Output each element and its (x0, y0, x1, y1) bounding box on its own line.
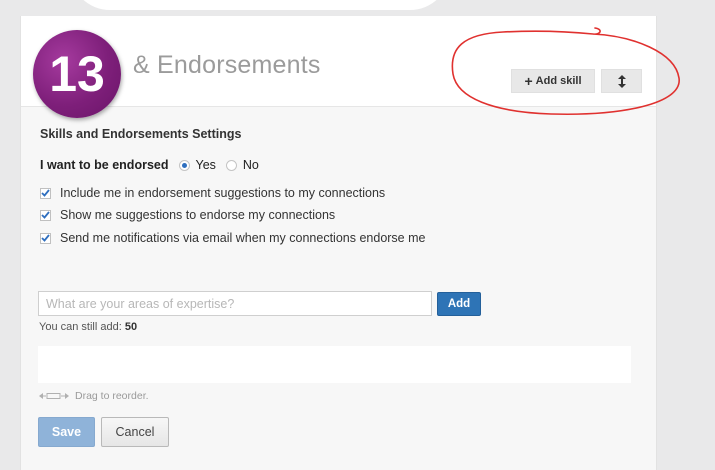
checkbox-show-suggestions[interactable] (40, 209, 51, 221)
checkmark-icon (41, 234, 50, 242)
section-title: & Endorsements (133, 51, 321, 79)
skills-list-area[interactable] (38, 346, 631, 383)
checkbox-email-notifications[interactable] (40, 232, 51, 244)
endorse-no-radio[interactable] (225, 159, 237, 171)
drag-reorder-icon (39, 393, 69, 399)
checkbox-include-suggestions[interactable] (40, 187, 51, 199)
remaining-prefix: You can still add: (39, 321, 122, 333)
checkmark-icon (41, 211, 50, 219)
add-skill-button[interactable]: + Add skill (511, 69, 595, 93)
settings-heading: Skills and Endorsements Settings (40, 127, 242, 141)
checkmark-icon (41, 189, 50, 197)
background-tab-shape (70, 0, 450, 10)
reorder-button[interactable] (601, 69, 642, 93)
endorse-preference-row: I want to be endorsed Yes No (40, 157, 269, 173)
save-button[interactable]: Save (38, 417, 95, 447)
checkbox-row-email-notifications[interactable]: Send me notifications via email when my … (40, 231, 425, 245)
checkbox-label: Show me suggestions to endorse my connec… (60, 208, 336, 222)
checkbox-row-show-suggestions[interactable]: Show me suggestions to endorse my connec… (40, 208, 335, 222)
vertical-arrows-icon (617, 74, 626, 88)
drag-hint: Drag to reorder. (39, 390, 149, 402)
checkbox-row-suggestions-include[interactable]: Include me in endorsement suggestions to… (40, 186, 385, 200)
skill-search-input[interactable] (38, 291, 432, 316)
endorse-yes-radio[interactable] (178, 159, 190, 171)
step-number-badge: 13 (33, 30, 121, 118)
add-skill-label: Add skill (535, 75, 582, 87)
endorse-no-label[interactable]: No (243, 158, 259, 172)
remaining-skills-count: You can still add: 50 (39, 321, 137, 333)
endorse-yes-label[interactable]: Yes (196, 158, 216, 172)
endorse-question-label: I want to be endorsed (40, 158, 169, 172)
remaining-number: 50 (124, 321, 138, 333)
checkbox-label: Include me in endorsement suggestions to… (60, 186, 386, 200)
drag-hint-label: Drag to reorder. (75, 390, 149, 402)
cancel-button[interactable]: Cancel (101, 417, 169, 447)
add-button[interactable]: Add (437, 292, 481, 316)
plus-icon: + (524, 73, 533, 89)
checkbox-label: Send me notifications via email when my … (60, 231, 426, 245)
